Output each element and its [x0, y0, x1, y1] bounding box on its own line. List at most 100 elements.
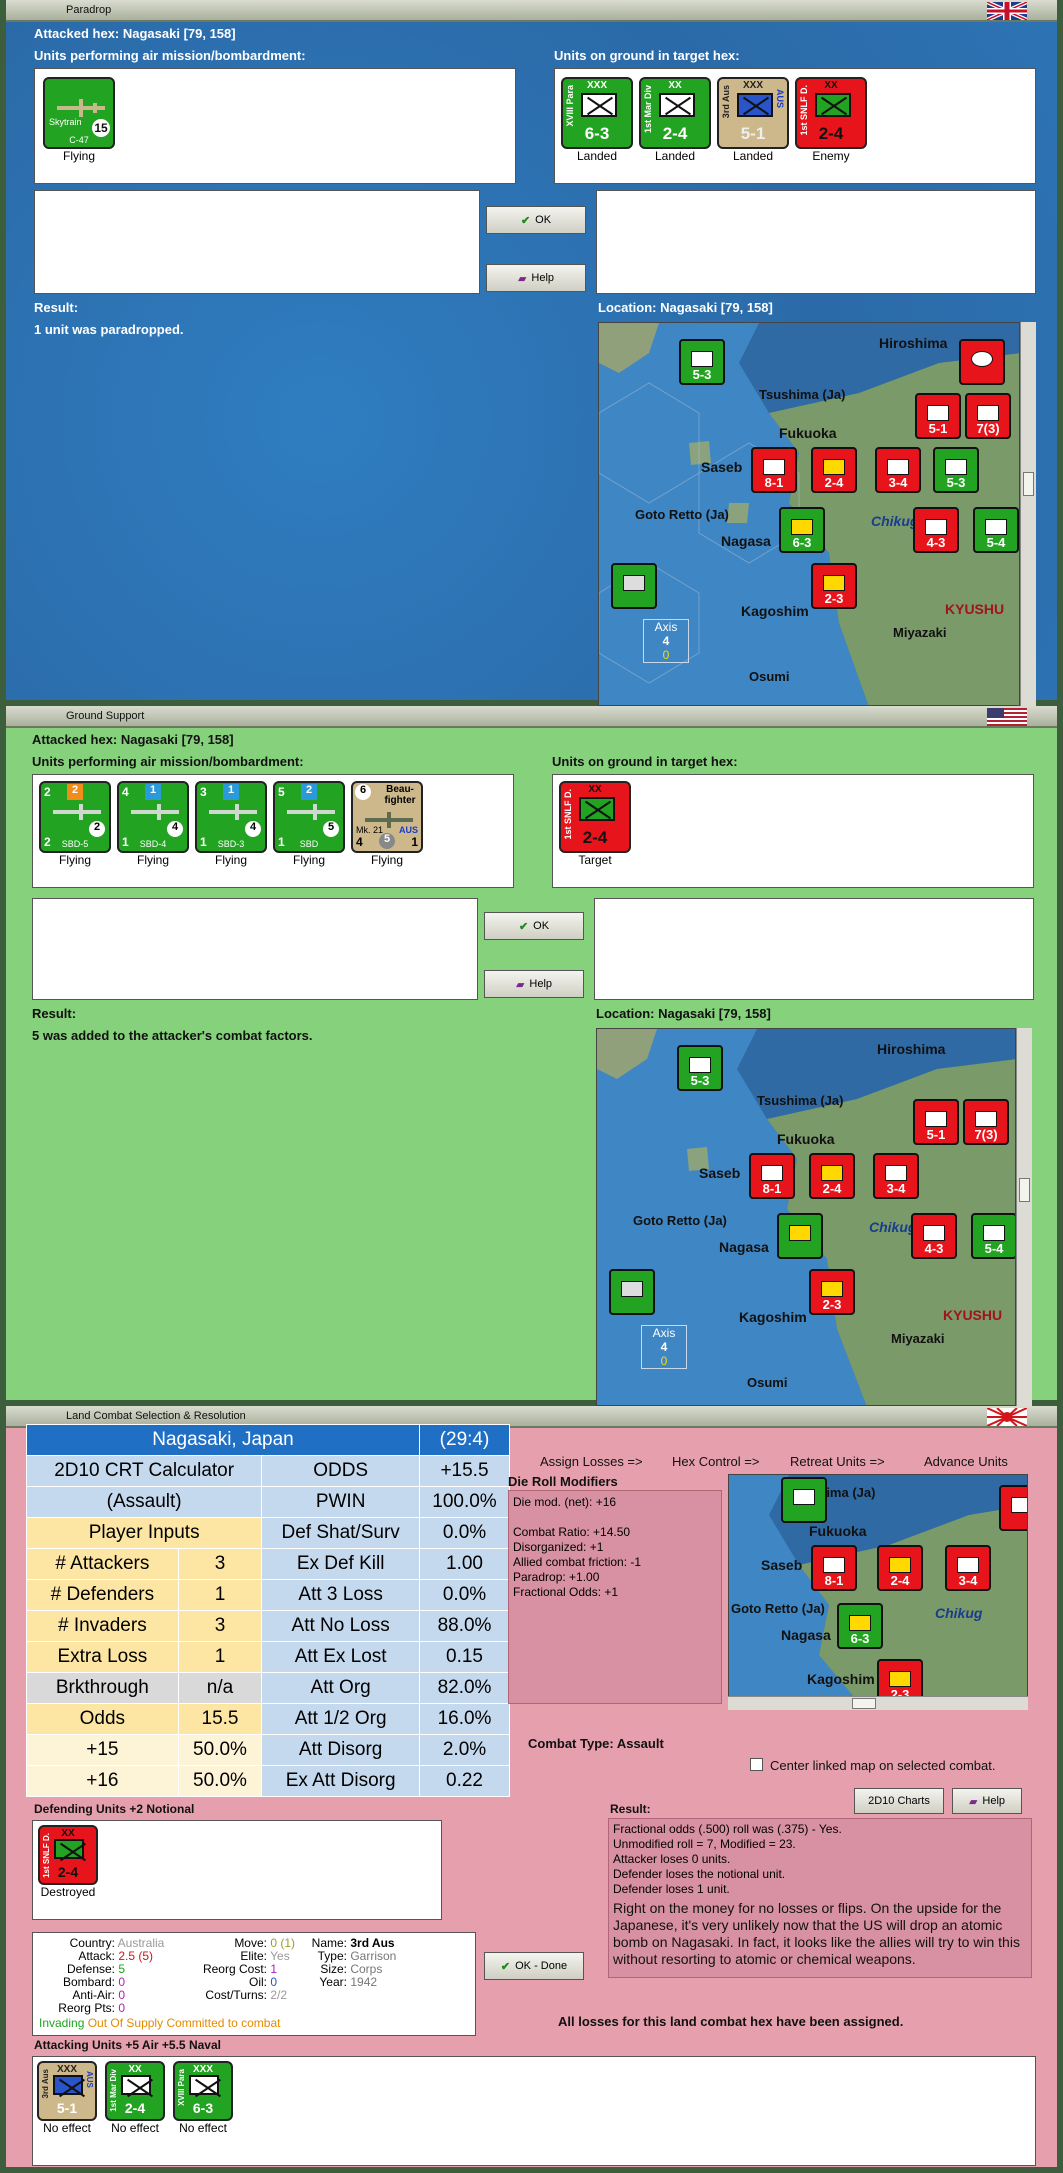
- map-counter[interactable]: 5-3: [677, 1045, 723, 1091]
- center-map-checkbox[interactable]: [750, 1758, 763, 1771]
- ground-unit-3rd-aus[interactable]: 3rd Aus XXX AUS 5-1 Landed: [715, 77, 791, 163]
- map-counter[interactable]: 7(3): [963, 1099, 1009, 1145]
- ground-details-box: [594, 898, 1034, 1000]
- map-counter[interactable]: 8-1: [751, 447, 797, 493]
- defending-unit-1st-snlf[interactable]: 1st SNLF D. XX 2-4 Destroyed: [33, 1825, 103, 1899]
- tab-advance-units[interactable]: Advance Units: [924, 1454, 1008, 1469]
- crt-ex-def-kill-value: 1.00: [419, 1548, 510, 1580]
- map-counter[interactable]: 5-4: [971, 1213, 1015, 1259]
- ground-unit-1st-snlf[interactable]: 1st SNLF D. XX 2-4 Enemy: [793, 77, 869, 163]
- tab-assign-losses[interactable]: Assign Losses =>: [540, 1454, 643, 1469]
- crt-att-half-org-value: 16.0%: [419, 1703, 510, 1735]
- crt-att-no-loss-label: Att No Loss: [261, 1610, 420, 1642]
- attacking-unit-xviii-para[interactable]: XVIII Para XXX 6-3 No effect: [169, 2061, 237, 2135]
- air-unit-sbd[interactable]: 5 2 5 1 SBD Flying: [271, 781, 347, 867]
- map-vertical-scrollbar[interactable]: [1016, 1028, 1032, 1406]
- map-counter[interactable]: 5-4: [973, 507, 1019, 553]
- combat-mini-map[interactable]: Tsushima (Ja) Fukuoka Saseb Goto Retto (…: [728, 1474, 1028, 1702]
- axis-label: Axis: [652, 1326, 676, 1340]
- place-osumi: Osumi: [749, 669, 790, 684]
- crt-player-inputs: Player Inputs: [25, 1517, 263, 1549]
- ok-button[interactable]: ✔ OK: [486, 206, 586, 234]
- crt-extra-loss-input[interactable]: 1: [177, 1641, 263, 1673]
- map-counter[interactable]: 2-4: [809, 1153, 855, 1199]
- map-counter[interactable]: 5-1: [915, 393, 961, 439]
- crt-defenders-input[interactable]: 1: [177, 1579, 263, 1611]
- help-button[interactable]: ▰ Help: [484, 970, 584, 998]
- unit-status: Landed: [576, 149, 618, 163]
- place-miyazaki: Miyazaki: [893, 625, 947, 640]
- ok-button[interactable]: ✔ OK: [484, 912, 584, 940]
- map-counter[interactable]: 3-4: [945, 1545, 991, 1591]
- ground-unit-1st-snlf[interactable]: 1st SNLF D. XX 2-4 Target: [557, 781, 633, 867]
- crt-invaders-input[interactable]: 3: [177, 1610, 263, 1642]
- axis-box: Axis 4 0: [643, 619, 689, 663]
- map-counter[interactable]: [959, 339, 1005, 385]
- attacking-unit-1st-mar-div[interactable]: 1st Mar Div XX 2-4 No effect: [101, 2061, 169, 2135]
- map-counter[interactable]: 2-3: [811, 563, 857, 609]
- axis-box: Axis 4 0: [641, 1325, 687, 1369]
- ground-support-titlebar[interactable]: Ground Support: [6, 706, 1057, 728]
- crt-att-org-label: Att Org: [261, 1672, 420, 1704]
- map-counter[interactable]: 5-3: [933, 447, 979, 493]
- map-counter[interactable]: [999, 1485, 1027, 1531]
- map-counter[interactable]: 2-4: [811, 447, 857, 493]
- crt-calculator-title: 2D10 CRT Calculator: [25, 1455, 263, 1487]
- map-counter[interactable]: [609, 1269, 655, 1315]
- map-counter[interactable]: 2-4: [877, 1545, 923, 1591]
- air-unit-sbd-5[interactable]: 2 2 2 2 SBD-5 Flying: [37, 781, 113, 867]
- checkmark-icon: ✔: [518, 920, 529, 933]
- map-counter[interactable]: 6-3: [837, 1603, 883, 1649]
- map-counter[interactable]: 2-3: [809, 1269, 855, 1315]
- map-counter[interactable]: 6-3: [779, 507, 825, 553]
- map-counter[interactable]: 8-1: [749, 1153, 795, 1199]
- linked-map[interactable]: Hiroshima Tsushima (Ja) Fukuoka Saseb Go…: [598, 322, 1020, 706]
- paradrop-titlebar[interactable]: Paradrop: [6, 0, 1057, 22]
- map-counter[interactable]: 7(3): [965, 393, 1011, 439]
- tab-retreat-units[interactable]: Retreat Units =>: [790, 1454, 885, 1469]
- crt-plus16-value: 50.0%: [177, 1765, 263, 1797]
- crt-att-org-value: 82.0%: [419, 1672, 510, 1704]
- unit-counter: 3 1 4 1 SBD-3: [195, 781, 267, 853]
- mini-map-horizontal-scrollbar[interactable]: [728, 1696, 1028, 1710]
- ground-unit-1st-mar-div[interactable]: 1st Mar Div XX 2-4 Landed: [637, 77, 713, 163]
- ground-units-label: Units on ground in target hex:: [554, 48, 740, 63]
- air-unit-beaufighter[interactable]: 6 Beau-fighter Mk. 21 AUS 4 5 1 Flying: [349, 781, 425, 867]
- die-roll-line: Fractional Odds: +1: [513, 1585, 619, 1599]
- result-text: 5 was added to the attacker's combat fac…: [32, 1028, 313, 1043]
- ground-units-label: Units on ground in target hex:: [552, 754, 738, 769]
- map-counter[interactable]: 5-3: [679, 339, 725, 385]
- unit-size: XXX: [586, 80, 607, 91]
- ok-done-button[interactable]: ✔ OK - Done: [484, 1952, 584, 1980]
- tab-hex-control[interactable]: Hex Control =>: [672, 1454, 759, 1469]
- nationality-tag: AUS: [775, 89, 785, 109]
- map-counter[interactable]: 5-1: [913, 1099, 959, 1145]
- attacking-unit-3rd-aus[interactable]: 3rd Aus XXX AUS 5-1 No effect: [33, 2061, 101, 2135]
- help-button[interactable]: ▰ Help: [952, 1788, 1022, 1814]
- air-unit-sbd-4[interactable]: 4 1 4 1 SBD-4 Flying: [115, 781, 191, 867]
- crt-odds-input[interactable]: 15.5: [177, 1703, 263, 1735]
- map-counter[interactable]: [781, 1477, 827, 1523]
- ground-unit-xviii-para[interactable]: XVIII Para XXX 6-3 Landed: [559, 77, 635, 163]
- map-counter[interactable]: 3-4: [873, 1153, 919, 1199]
- air-unit-sbd-3[interactable]: 3 1 4 1 SBD-3 Flying: [193, 781, 269, 867]
- map-counter[interactable]: [611, 563, 657, 609]
- axis-count: 4: [662, 634, 670, 648]
- map-counter[interactable]: 8-1: [811, 1545, 857, 1591]
- linked-map[interactable]: Hiroshima Tsushima (Ja) Fukuoka Saseb Go…: [596, 1028, 1016, 1406]
- help-button[interactable]: ▰ Help: [486, 264, 586, 292]
- infantry-symbol-icon: [189, 2075, 219, 2095]
- crt-attackers-input[interactable]: 3: [177, 1548, 263, 1580]
- marine-symbol-icon: [815, 93, 851, 117]
- help-label: Help: [531, 272, 555, 284]
- map-counter[interactable]: [777, 1213, 823, 1259]
- map-vertical-scrollbar[interactable]: [1020, 322, 1036, 706]
- crt-ex-att-disorg-label: Ex Att Disorg: [261, 1765, 420, 1797]
- map-counter[interactable]: 4-3: [911, 1213, 957, 1259]
- crt-def-shat-label: Def Shat/Surv: [261, 1517, 420, 1549]
- marine-symbol-icon: [54, 1839, 84, 1859]
- map-counter[interactable]: 4-3: [913, 507, 959, 553]
- crt-charts-button[interactable]: 2D10 Charts: [854, 1788, 944, 1814]
- air-unit-skytrain[interactable]: 15 Skytrain C-47 Flying: [41, 77, 117, 163]
- map-counter[interactable]: 3-4: [875, 447, 921, 493]
